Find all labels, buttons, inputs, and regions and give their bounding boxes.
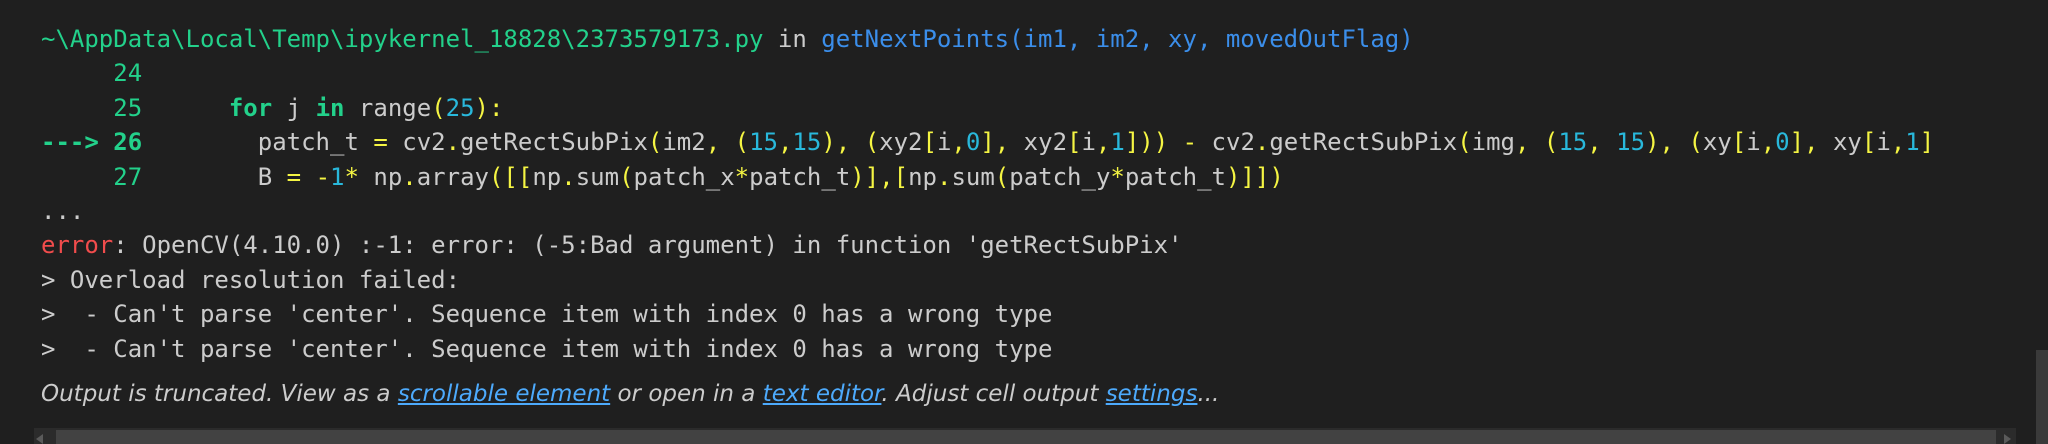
traceback-file-path[interactable]: ~\AppData\Local\Temp\ipykernel_18828\237… [41, 25, 763, 53]
code-text: B = -1* np.array([[np.sum(patch_x*patch_… [142, 162, 1284, 191]
line-number: 25 [113, 93, 143, 122]
ellipsis: ... [41, 196, 85, 225]
code-line-26-current: ---> 26 patch_t = cv2.getRectSubPix(im2,… [41, 125, 2031, 159]
line-prefix [41, 94, 113, 122]
vertical-scrollbar-thumb[interactable] [2036, 350, 2048, 444]
line-prefix [41, 59, 113, 87]
code-text: for j in range(25): [228, 93, 504, 122]
code-line-27: 27 B = -1* np.array([[np.sum(patch_x*pat… [41, 160, 2031, 194]
code-line-25: 25 for j in range(25): [41, 91, 2031, 125]
scrollable-element-link[interactable]: scrollable element [398, 381, 610, 407]
scroll-right-arrow-icon[interactable] [2004, 434, 2011, 444]
line-prefix [41, 163, 113, 191]
horizontal-scrollbar-thumb[interactable] [56, 430, 1996, 444]
settings-link[interactable]: settings [1106, 381, 1198, 407]
traceback-in-word: in [763, 25, 822, 53]
error-line: error: OpenCV(4.10.0) :-1: error: (-5:Ba… [41, 228, 2031, 262]
error-detail: > Overload resolution failed: [41, 265, 461, 294]
line-number: 26 [113, 128, 143, 157]
error-detail: > - Can't parse 'center'. Sequence item … [41, 300, 1053, 329]
code-line-24: 24 [41, 56, 2031, 90]
current-line-arrow: ---> [41, 128, 114, 157]
error-label: error [41, 231, 114, 260]
line-number: 27 [113, 162, 143, 191]
output-truncated-notice: Output is truncated. View as a scrollabl… [41, 381, 1220, 407]
horizontal-scrollbar[interactable] [34, 428, 2016, 444]
traceback-header: ~\AppData\Local\Temp\ipykernel_18828\237… [41, 22, 2031, 56]
line-number: 24 [113, 59, 143, 88]
cell-output: ~\AppData\Local\Temp\ipykernel_18828\237… [41, 22, 2031, 366]
scroll-left-arrow-icon[interactable] [36, 434, 43, 444]
error-message: : OpenCV(4.10.0) :-1: error: (-5:Bad arg… [113, 231, 1183, 260]
error-detail: > - Can't parse 'center'. Sequence item … [41, 334, 1053, 363]
code-text: patch_t = cv2.getRectSubPix(im2, (15,15)… [142, 128, 1935, 157]
traceback-function-signature: getNextPoints(im1, im2, xy, movedOutFlag… [821, 25, 1414, 53]
text-editor-link[interactable]: text editor [763, 381, 882, 407]
